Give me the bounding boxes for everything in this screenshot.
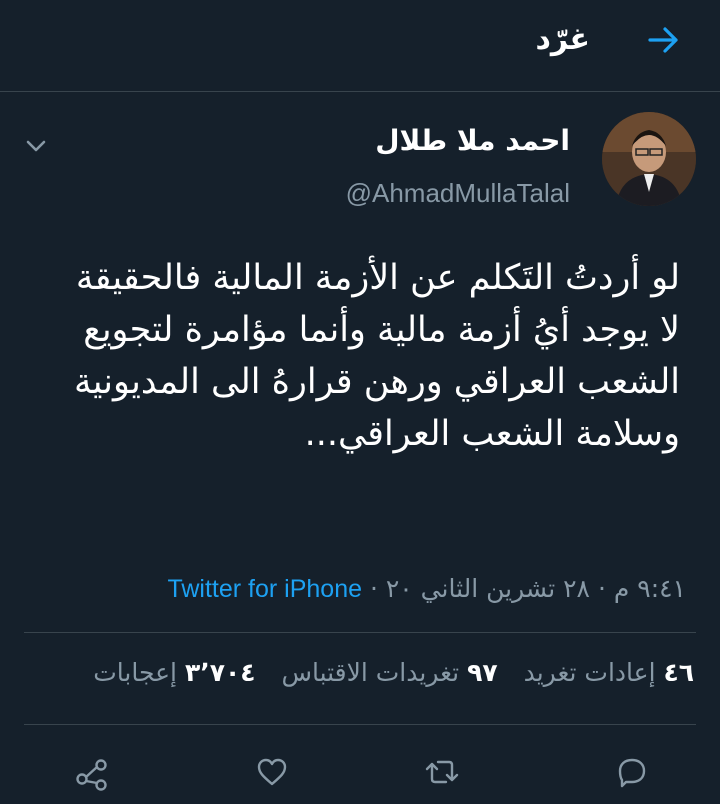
reply-icon	[618, 758, 646, 788]
likes-stat[interactable]: ٣٬٧٠٤ إعجابات	[93, 658, 255, 687]
back-button[interactable]	[644, 20, 684, 60]
retweet-button[interactable]	[422, 752, 462, 792]
divider	[24, 724, 696, 725]
tweet-time: ٩:٤١ م	[613, 574, 686, 603]
avatar[interactable]	[602, 112, 696, 206]
meta-separator: ·	[369, 574, 378, 603]
quotes-label: تغريدات الاقتباس	[281, 658, 460, 687]
retweets-count: ٤٦	[663, 658, 694, 687]
page-title: غرّد	[535, 22, 590, 57]
divider	[24, 632, 696, 633]
quotes-count: ٩٧	[467, 658, 498, 687]
retweet-icon	[425, 760, 459, 784]
tweet-source-link[interactable]: Twitter for iPhone	[167, 575, 362, 603]
reply-button[interactable]	[612, 752, 652, 792]
author-display-name[interactable]: احمد ملا طلال	[375, 124, 570, 157]
tweet-text: لو أردتُ التَكلم عن الأزمة المالية فالحق…	[73, 258, 680, 454]
quotes-stat[interactable]: ٩٧ تغريدات الاقتباس	[281, 658, 497, 687]
tweet-date: ٢٨ تشرين الثاني ٢٠	[385, 574, 590, 603]
share-icon	[76, 759, 107, 791]
meta-separator: ·	[597, 574, 606, 603]
retweets-stat[interactable]: ٤٦ إعادات تغريد	[524, 658, 694, 687]
share-button[interactable]	[72, 752, 112, 792]
author-handle[interactable]: @AhmadMullaTalal	[346, 178, 570, 209]
tweet-meta: ٩:٤١ م · ٢٨ تشرين الثاني ٢٠ · Twitter fo…	[0, 574, 720, 604]
retweets-label: إعادات تغريد	[523, 658, 656, 687]
likes-label: إعجابات	[93, 658, 177, 687]
arrow-right-icon	[648, 27, 678, 53]
heart-icon	[257, 758, 287, 786]
more-options-button[interactable]	[22, 132, 50, 160]
avatar-image	[602, 112, 696, 206]
top-bar: غرّد	[0, 0, 720, 92]
like-button[interactable]	[252, 752, 292, 792]
chevron-down-icon	[26, 140, 46, 152]
likes-count: ٣٬٧٠٤	[184, 658, 256, 687]
tweet-stats: ٤٦ إعادات تغريد ٩٧ تغريدات الاقتباس ٣٬٧٠…	[0, 658, 720, 687]
